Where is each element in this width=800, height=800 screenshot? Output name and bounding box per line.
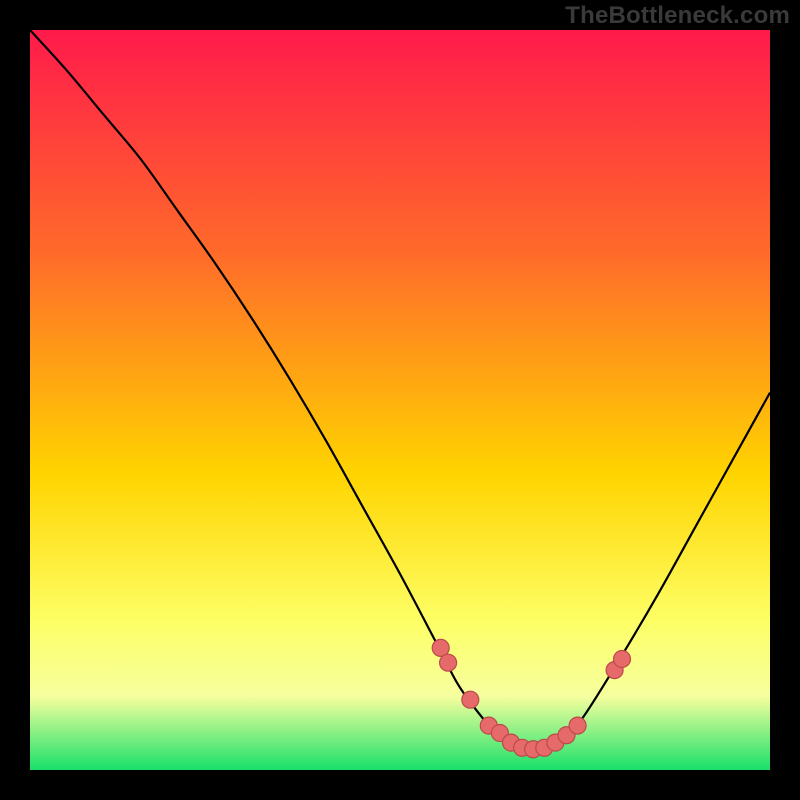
- marker-point: [462, 691, 479, 708]
- plot-area: [30, 30, 770, 770]
- marker-point: [614, 651, 631, 668]
- highlight-markers: [432, 639, 630, 757]
- curve-overlay: [30, 30, 770, 770]
- bottleneck-curve: [30, 30, 770, 750]
- marker-point: [569, 717, 586, 734]
- chart-frame: TheBottleneck.com: [0, 0, 800, 800]
- watermark-text: TheBottleneck.com: [565, 2, 790, 30]
- marker-point: [440, 654, 457, 671]
